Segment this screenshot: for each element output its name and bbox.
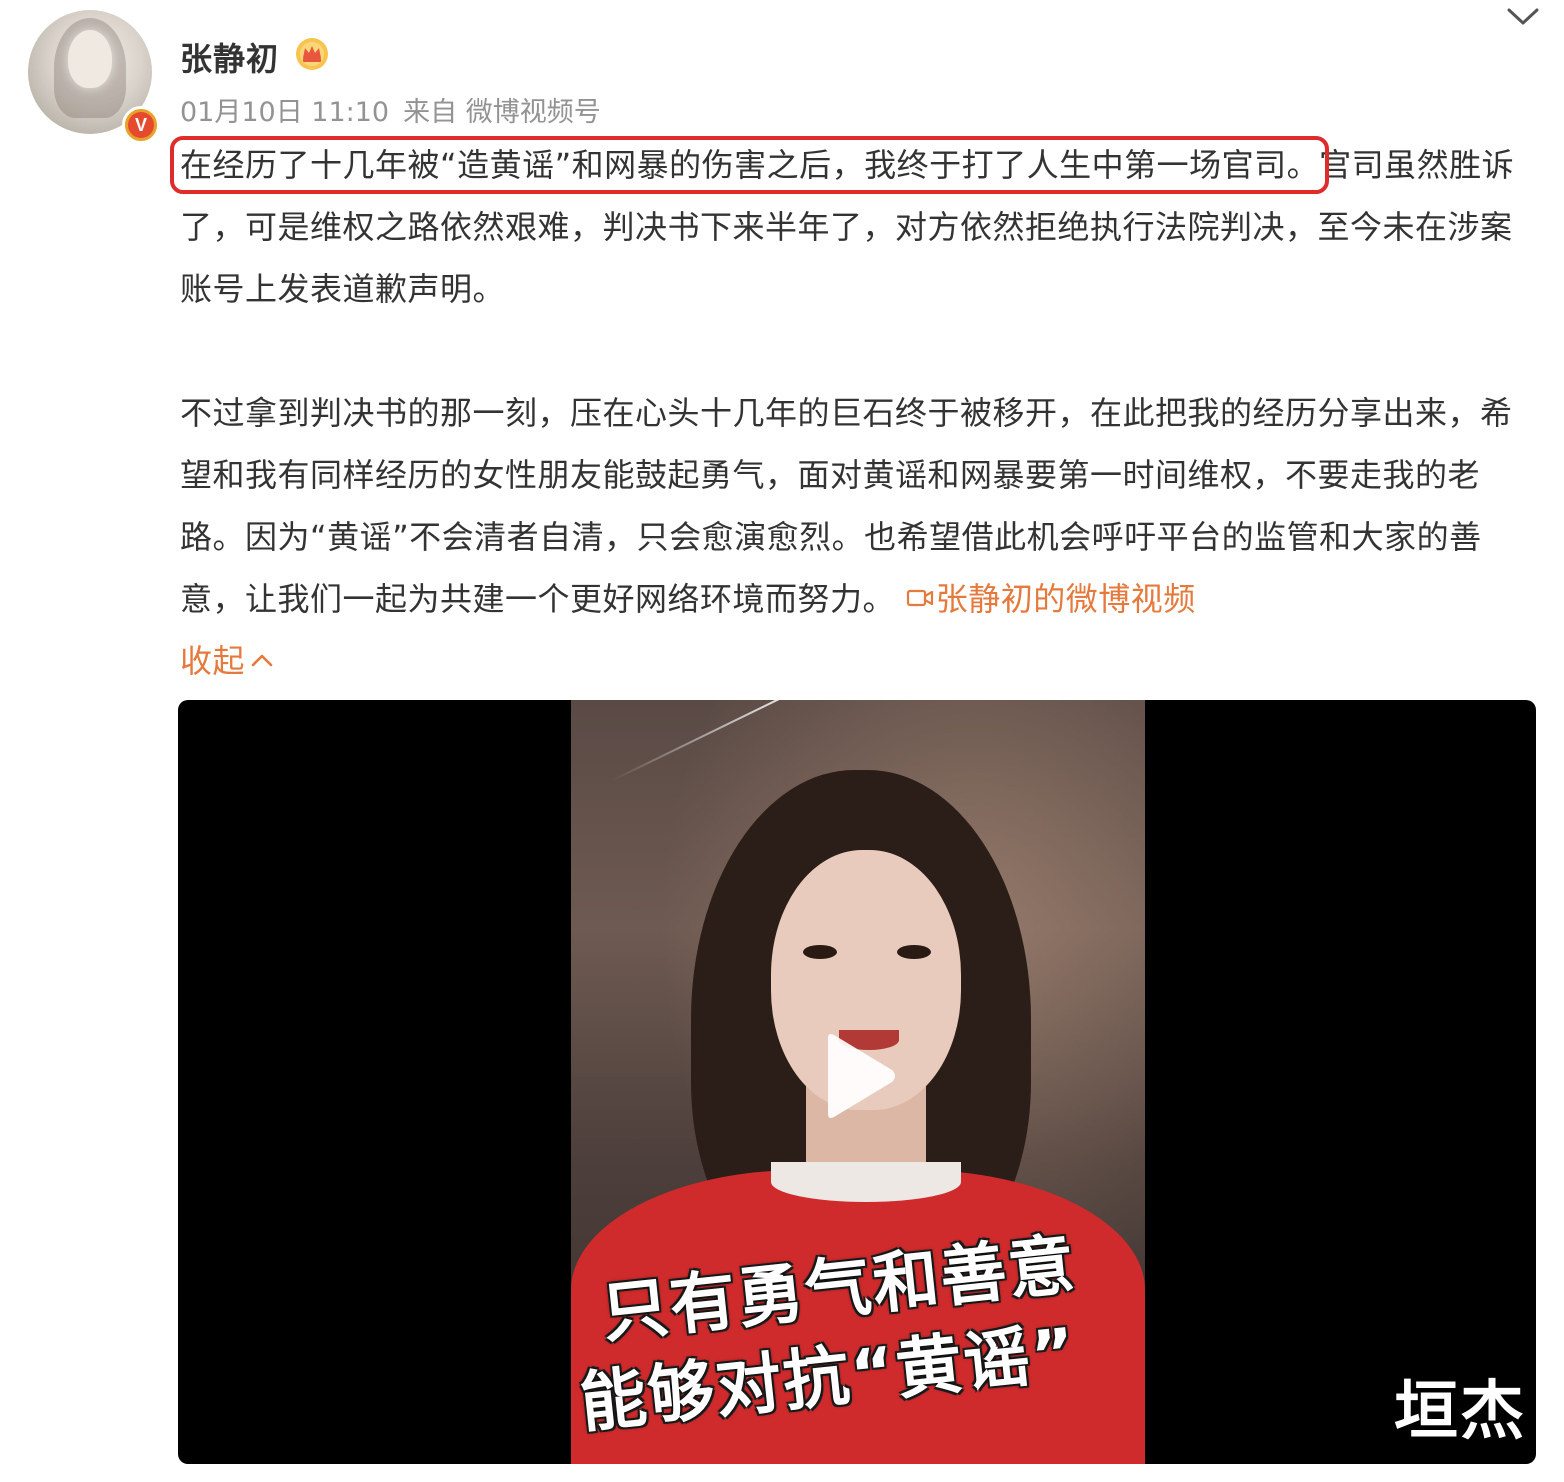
post-paragraph-2-text: 不过拿到判决书的那一刻，压在心头十几年的巨石终于被移开，在此把我的经历分享出来，…	[180, 394, 1513, 618]
watermark: 垣杰	[1394, 1375, 1526, 1449]
video-source-link[interactable]: 张静初的微博视频	[906, 580, 1196, 618]
post-source[interactable]: 来自 微博视频号	[403, 97, 601, 128]
chevron-down-icon[interactable]	[1506, 6, 1540, 28]
meteor-streak	[610, 700, 792, 782]
avatar-face	[68, 30, 112, 88]
crown-icon	[296, 38, 328, 70]
post-timestamp[interactable]: 01月10日 11:10	[180, 97, 389, 128]
video-subject-collar	[771, 1162, 961, 1202]
video-player[interactable]: 只有勇气和善意 能够对抗“黄谣” 垣杰	[178, 700, 1536, 1464]
video-subject-eye-right	[897, 945, 931, 959]
video-source-link-label: 张静初的微博视频	[935, 580, 1196, 618]
collapse-label: 收起	[180, 642, 246, 680]
collapse-button[interactable]: 收起	[180, 630, 275, 692]
play-icon[interactable]	[818, 1030, 898, 1122]
verified-badge-icon: V	[122, 106, 160, 144]
post-meta: 01月10日 11:10 来自 微博视频号	[180, 90, 615, 129]
highlighted-sentence: 在经历了十几年被“造黄谣”和网暴的伤害之后，我终于打了人生中第一场官司。	[169, 136, 1330, 194]
video-camera-icon	[906, 589, 933, 607]
author-name[interactable]: 张静初	[180, 34, 279, 80]
post-paragraph-1: 在经历了十几年被“造黄谣”和网暴的伤害之后，我终于打了人生中第一场官司。官司虽然…	[169, 134, 1540, 320]
post-paragraph-2: 不过拿到判决书的那一刻，压在心头十几年的巨石终于被移开，在此把我的经历分享出来，…	[180, 382, 1540, 630]
post-body: 在经历了十几年被“造黄谣”和网暴的伤害之后，我终于打了人生中第一场官司。官司虽然…	[169, 134, 1540, 692]
verified-v-glyph: V	[128, 112, 154, 138]
video-subject-eye-left	[803, 945, 837, 959]
chevron-up-icon	[251, 654, 273, 667]
